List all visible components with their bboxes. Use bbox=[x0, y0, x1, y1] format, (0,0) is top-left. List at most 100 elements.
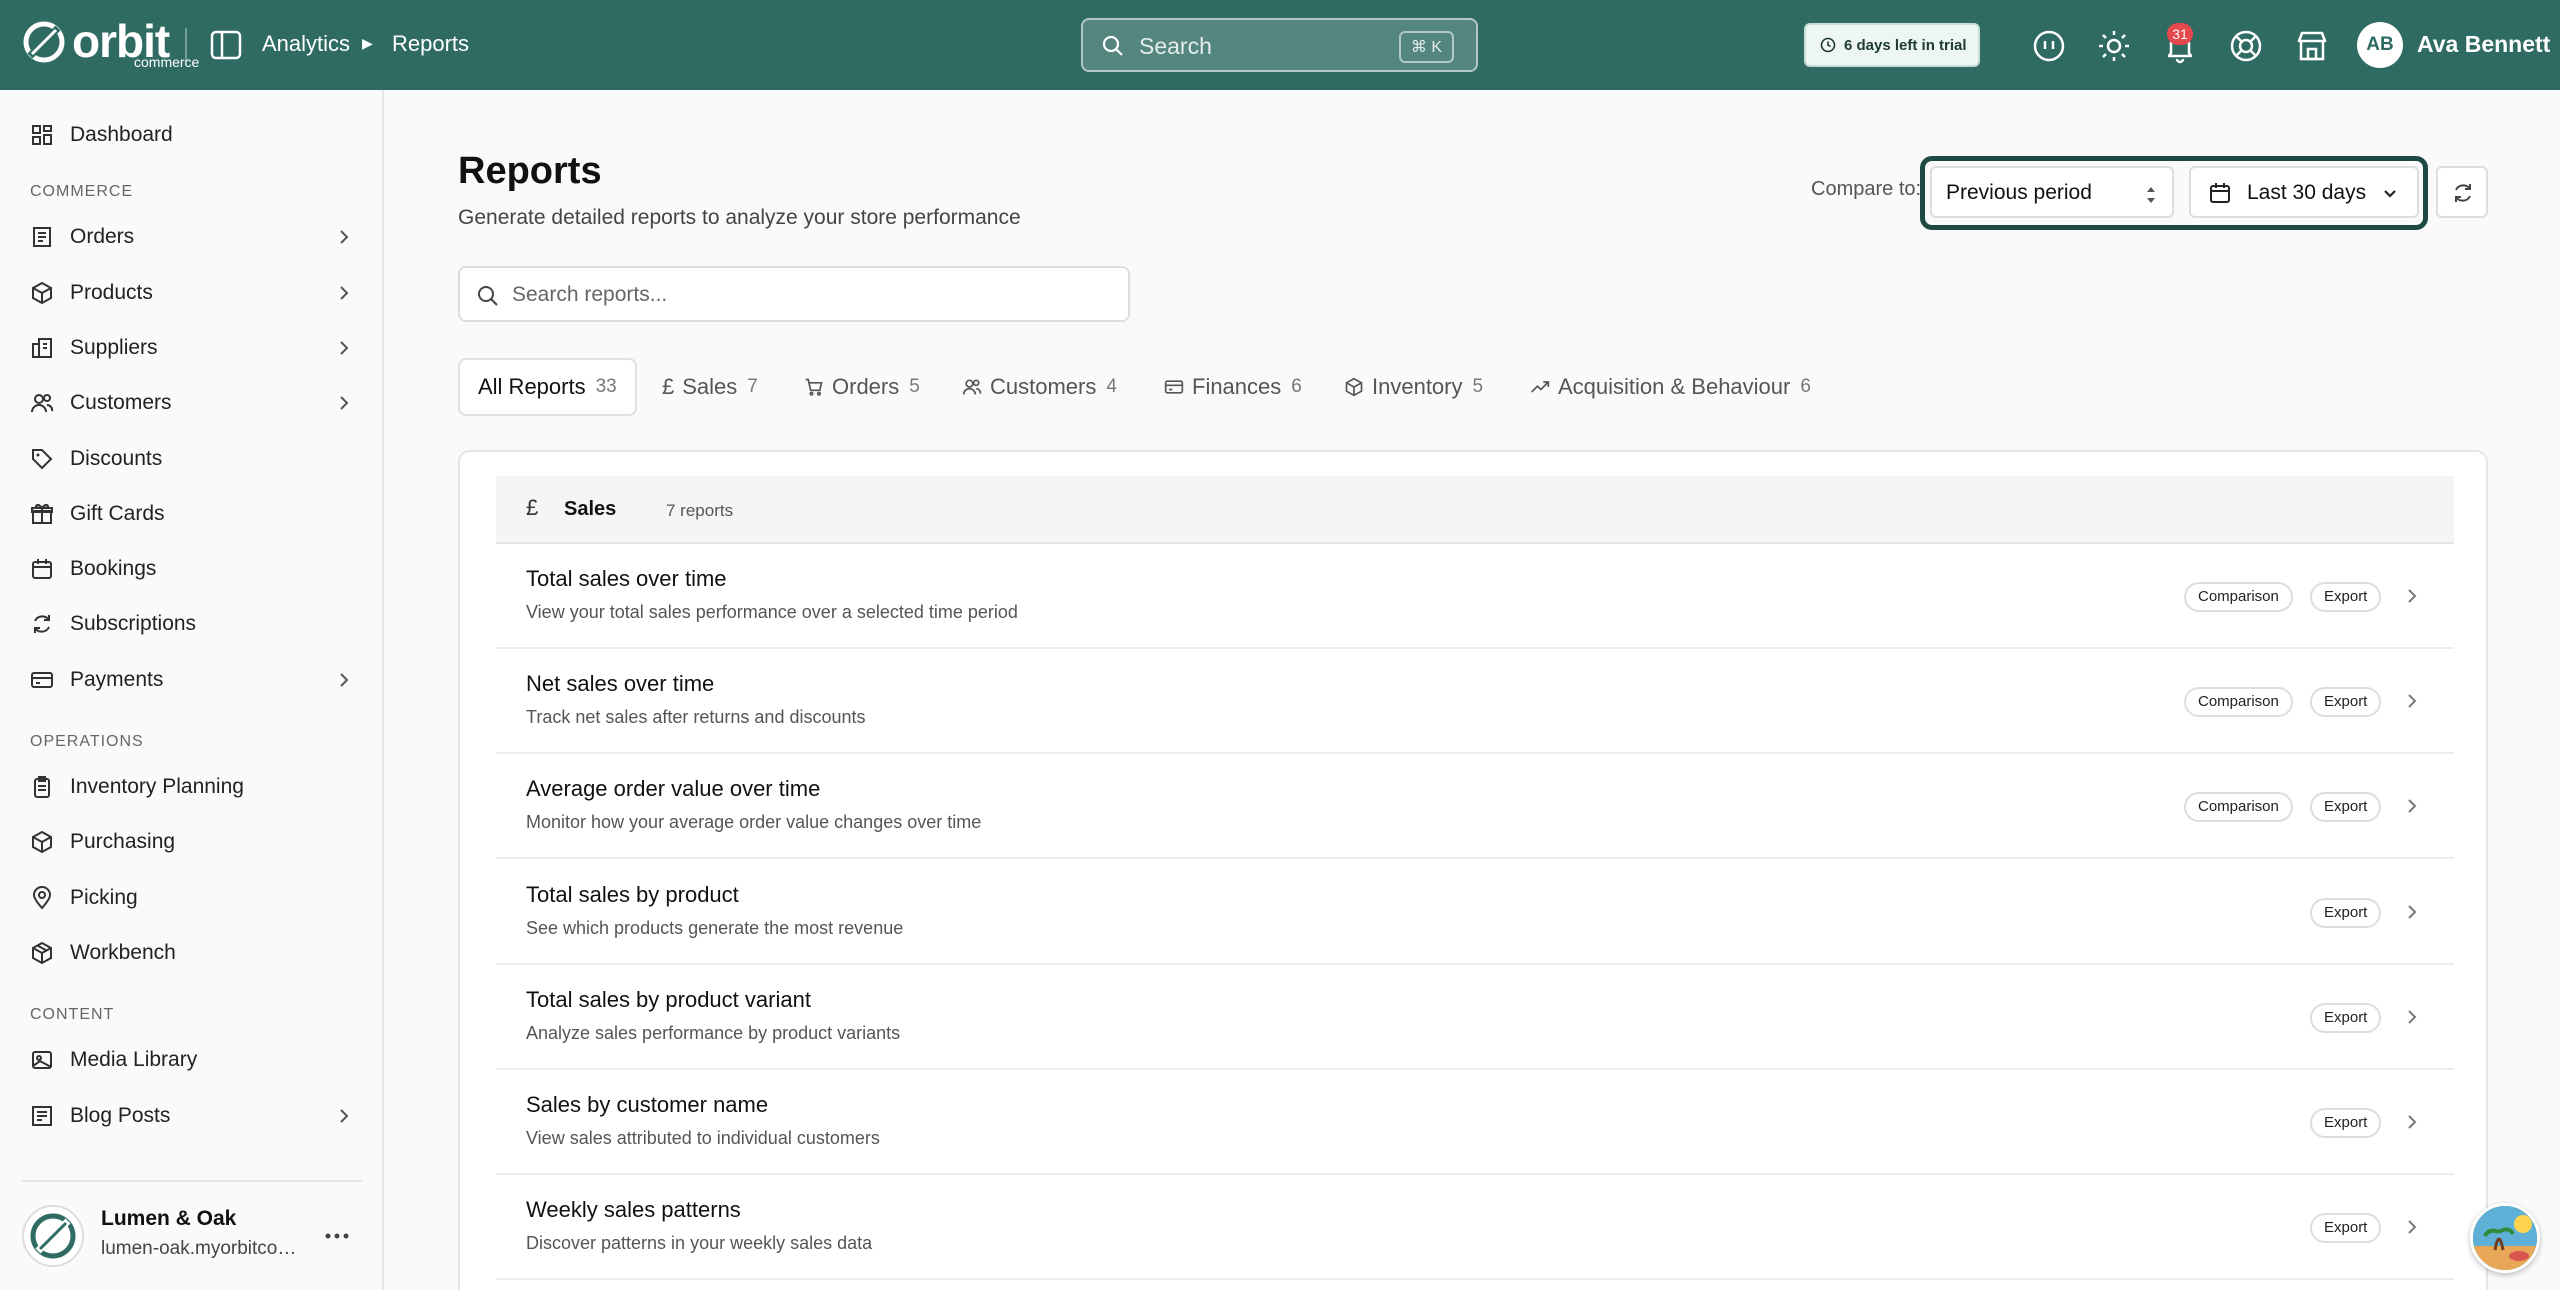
card-icon bbox=[1164, 380, 1184, 394]
export-tag[interactable]: Export bbox=[2310, 1213, 2382, 1244]
sidebar-item-label: Subscriptions bbox=[70, 612, 197, 636]
sidebar-item-media-library[interactable]: Media Library bbox=[0, 1035, 382, 1085]
trial-badge[interactable]: 6 days left in trial bbox=[1804, 23, 1980, 67]
compare-label: Compare to: bbox=[1811, 178, 1922, 200]
sidebar-item-blog-posts[interactable]: Blog Posts bbox=[0, 1091, 382, 1141]
report-search-field[interactable] bbox=[458, 266, 1130, 322]
report-group-header: £ Sales 7 reports bbox=[496, 476, 2454, 544]
tab-all-reports[interactable]: All Reports 33 bbox=[458, 358, 637, 416]
global-search[interactable]: Search ⌘ K bbox=[1081, 18, 1478, 72]
topbar-divider bbox=[185, 28, 187, 62]
report-title[interactable]: Weekly sales patterns bbox=[526, 1197, 741, 1223]
pin-icon bbox=[32, 885, 52, 910]
sidebar-footer-divider bbox=[22, 1180, 362, 1182]
sidebar-section-operations: OPERATIONS bbox=[30, 733, 144, 750]
sidebar-toggle-icon[interactable] bbox=[210, 30, 242, 60]
sidebar-item-discounts[interactable]: Discounts bbox=[0, 434, 382, 484]
tab-orders[interactable]: Orders 5 bbox=[804, 358, 920, 416]
orbit-logo[interactable]: orbit commerce bbox=[22, 15, 199, 70]
sidebar-item-gift-cards[interactable]: Gift Cards bbox=[0, 489, 382, 539]
report-title[interactable]: Sales by customer name bbox=[526, 1092, 768, 1118]
sidebar-item-label: Blog Posts bbox=[70, 1103, 171, 1127]
report-description: Analyze sales performance by product var… bbox=[526, 1022, 901, 1043]
sidebar-item-orders[interactable]: Orders bbox=[0, 212, 382, 262]
export-tag[interactable]: Export bbox=[2310, 792, 2382, 823]
chevron-right-icon bbox=[340, 672, 349, 687]
orders-icon bbox=[33, 227, 51, 248]
export-tag[interactable]: Export bbox=[2310, 582, 2382, 612]
sidebar-item-suppliers[interactable]: Suppliers bbox=[0, 323, 382, 373]
export-tag[interactable]: Export bbox=[2310, 897, 2382, 928]
export-tag[interactable]: Export bbox=[2310, 1108, 2382, 1138]
user-name[interactable]: Ava Bennett bbox=[2417, 31, 2550, 58]
date-range-value: Last 30 days bbox=[2247, 181, 2367, 204]
report-title[interactable]: Total sales by product variant bbox=[526, 987, 811, 1013]
export-tag[interactable]: Export bbox=[2310, 687, 2382, 718]
sidebar-item-workbench[interactable]: Workbench bbox=[0, 928, 382, 978]
ai-assistant-icon[interactable] bbox=[2031, 28, 2067, 64]
dashboard-icon bbox=[32, 125, 52, 145]
products-icon bbox=[32, 281, 52, 304]
sidebar-item-label: Discounts bbox=[70, 446, 163, 470]
sidebar-item-purchasing[interactable]: Purchasing bbox=[0, 817, 382, 867]
chevron-right-icon bbox=[2408, 904, 2417, 919]
report-row[interactable]: Weekly sales patterns Discover patterns i… bbox=[496, 1175, 2454, 1281]
store-url: lumen-oak.myorbitcommerce.com bbox=[101, 1238, 311, 1259]
theme-sun-icon[interactable] bbox=[2096, 28, 2132, 64]
sidebar-item-subscriptions[interactable]: Subscriptions bbox=[0, 599, 382, 649]
sidebar-item-picking[interactable]: Picking bbox=[0, 873, 382, 923]
tab-count: 5 bbox=[909, 376, 920, 397]
pound-icon: £ bbox=[662, 374, 675, 399]
sidebar-section-content: CONTENT bbox=[30, 1006, 115, 1024]
user-avatar[interactable]: AB bbox=[2357, 22, 2403, 68]
search-placeholder: Search bbox=[1139, 33, 1212, 59]
clock-icon bbox=[1820, 37, 1836, 53]
assistant-launcher-button[interactable] bbox=[2470, 1203, 2540, 1273]
tab-label: Inventory bbox=[1372, 374, 1463, 399]
store-logo[interactable] bbox=[22, 1205, 84, 1267]
refresh-button[interactable] bbox=[2436, 166, 2488, 218]
sidebar-item-bookings[interactable]: Bookings bbox=[0, 544, 382, 594]
export-tag[interactable]: Export bbox=[2310, 1002, 2382, 1033]
report-row[interactable]: Total sales by product See which products… bbox=[496, 860, 2454, 965]
tab-finances[interactable]: Finances 6 bbox=[1164, 358, 1302, 416]
tab-customers[interactable]: Customers 4 bbox=[962, 358, 1117, 416]
tab-acquisition-behaviour[interactable]: Acquisition & Behaviour 6 bbox=[1530, 358, 1811, 416]
box-icon bbox=[1345, 377, 1363, 397]
report-title[interactable]: Total sales over time bbox=[526, 566, 727, 592]
tab-sales[interactable]: £ Sales 7 bbox=[662, 358, 758, 416]
sidebar-item-label: Customers bbox=[70, 391, 172, 415]
date-range-button[interactable]: Last 30 days bbox=[2189, 166, 2419, 218]
report-row[interactable]: Average order value over time Monitor how… bbox=[496, 754, 2454, 860]
report-row[interactable]: Total sales over time View your total sal… bbox=[496, 544, 2454, 649]
sidebar-item-products[interactable]: Products bbox=[0, 268, 382, 318]
trend-icon bbox=[1531, 381, 1550, 393]
group-count: 7 reports bbox=[666, 501, 734, 520]
sidebar-item-inventory-planning[interactable]: Inventory Planning bbox=[0, 762, 382, 812]
report-title[interactable]: Net sales over time bbox=[526, 671, 714, 697]
refresh-icon bbox=[2455, 184, 2471, 202]
report-row[interactable]: Sales by customer name View sales attribu… bbox=[496, 1070, 2454, 1175]
search-shortcut: ⌘ K bbox=[1398, 31, 1454, 63]
more-options-icon[interactable] bbox=[322, 1226, 352, 1246]
sidebar-item-dashboard[interactable]: Dashboard bbox=[0, 110, 382, 160]
sidebar-item-payments[interactable]: Payments bbox=[0, 655, 382, 705]
breadcrumb-analytics[interactable]: Analytics bbox=[262, 31, 350, 57]
report-title[interactable]: Total sales by product bbox=[526, 882, 739, 908]
compare-period-select[interactable]: Previous period bbox=[1930, 166, 2174, 218]
calendar-icon bbox=[2210, 183, 2230, 203]
orbit-logo-icon bbox=[23, 21, 65, 63]
tag-icon bbox=[32, 448, 53, 469]
sidebar-item-customers[interactable]: Customers bbox=[0, 378, 382, 428]
tab-label: Acquisition & Behaviour bbox=[1558, 374, 1791, 399]
report-row[interactable]: Net sales over time Track net sales after… bbox=[496, 649, 2454, 755]
report-description: Track net sales after returns and discou… bbox=[526, 707, 866, 728]
chevron-right-icon bbox=[2408, 1115, 2417, 1129]
store-icon[interactable] bbox=[2294, 28, 2330, 64]
report-title[interactable]: Average order value over time bbox=[526, 776, 820, 802]
sidebar: Dashboard COMMERCE Orders Products Suppliers… bbox=[0, 90, 384, 1290]
report-row[interactable]: Total sales by product variant Analyze sa… bbox=[496, 965, 2454, 1070]
tab-inventory[interactable]: Inventory 5 bbox=[1344, 358, 1483, 416]
report-search-input[interactable] bbox=[512, 278, 1112, 312]
help-lifebuoy-icon[interactable] bbox=[2228, 28, 2264, 64]
